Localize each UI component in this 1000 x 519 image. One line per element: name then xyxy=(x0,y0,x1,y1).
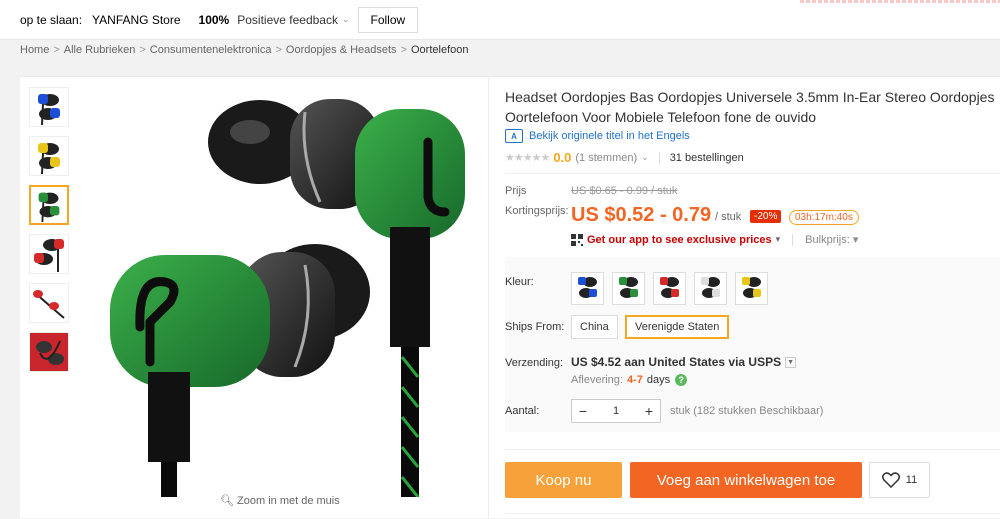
thumbnail-yellow[interactable] xyxy=(29,136,69,176)
chevron-down-icon[interactable]: ▼ xyxy=(785,356,797,368)
heart-icon xyxy=(881,472,900,488)
breadcrumb-separator: > xyxy=(400,44,407,56)
delivery-unit: days xyxy=(646,374,671,386)
thumbnail-list xyxy=(29,87,71,381)
per-unit-label: / stuk xyxy=(715,211,742,223)
store-rating: 100% xyxy=(198,12,230,27)
translate-icon: A xyxy=(505,129,523,143)
translate-text[interactable]: Bekijk originele titel in het Engels xyxy=(529,130,690,142)
zoom-hint-text: Zoom in met de muis xyxy=(237,495,340,507)
quantity-label: Aantal: xyxy=(505,405,540,417)
shipping-info: US $4.52 aan United States via USPS ▼ xyxy=(571,355,797,369)
magnifier-icon: 🔍︎ xyxy=(220,495,234,507)
divider xyxy=(505,513,1000,514)
translate-link[interactable]: A Bekijk originele titel in het Engels xyxy=(505,129,690,143)
ships-from-label: Ships From: xyxy=(505,321,565,333)
thumbnail-red[interactable] xyxy=(29,234,69,274)
color-option-green[interactable] xyxy=(612,272,645,305)
decorative-line xyxy=(800,0,1000,3)
quantity-input[interactable]: 1 xyxy=(594,405,638,417)
stock-info: stuk (182 stukken Beschikbaar) xyxy=(670,405,824,417)
chevron-down-icon: ▾ xyxy=(852,234,859,246)
shipping-cost: US $4.52 xyxy=(571,355,622,369)
divider xyxy=(505,173,1000,174)
discount-badge: -20% xyxy=(750,210,782,223)
ship-from-china-button[interactable]: China xyxy=(571,315,618,339)
store-label: op te slaan: xyxy=(20,12,83,27)
product-title: Headset Oordopjes Bas Oordopjes Universe… xyxy=(505,89,995,125)
zoom-hint: 🔍︎ Zoom in met de muis xyxy=(220,494,340,507)
app-promo-row: Get our app to see exclusive prices ▾ Bu… xyxy=(571,233,858,246)
thumbnail-blue[interactable] xyxy=(29,87,69,127)
rating-value: 0.0 xyxy=(553,150,572,165)
product-panel: 🔍︎ Zoom in met de muis Headset Oordopjes… xyxy=(20,76,1000,519)
add-to-cart-button[interactable]: Voeg aan winkelwagen toe xyxy=(630,462,862,498)
discount-price-label: Kortingsprijs: xyxy=(505,205,569,217)
shipping-method: aan United States via USPS xyxy=(624,355,782,369)
wishlist-count: 11 xyxy=(905,474,918,486)
breadcrumb-all-categories[interactable]: Alle Rubrieken xyxy=(64,44,136,56)
thumbnail-green-selected[interactable] xyxy=(29,185,69,225)
delivery-label: Aflevering: xyxy=(571,374,623,386)
thumbnail-red-background[interactable] xyxy=(29,332,69,372)
color-option-red[interactable] xyxy=(653,272,686,305)
breadcrumb-home[interactable]: Home xyxy=(20,44,49,56)
plus-icon[interactable]: + xyxy=(638,400,660,422)
countdown-timer: 03h:17m:40s xyxy=(789,210,859,225)
chevron-down-icon[interactable]: ⌄ xyxy=(641,152,649,163)
breadcrumb-separator: > xyxy=(53,44,60,56)
color-option-white[interactable] xyxy=(694,272,727,305)
breadcrumb-separator: > xyxy=(139,44,146,56)
minus-icon[interactable]: − xyxy=(572,400,594,422)
store-name[interactable]: YANFANG Store xyxy=(92,13,180,27)
breadcrumb-current[interactable]: Oortelefoon xyxy=(411,44,468,56)
app-promo-link[interactable]: Get our app to see exclusive prices xyxy=(587,234,772,246)
wishlist-button[interactable]: 11 xyxy=(869,462,930,498)
bulk-price-link[interactable]: Bulkprijs: ▾ xyxy=(805,233,858,246)
divider xyxy=(488,77,489,519)
qr-code-icon xyxy=(571,233,583,246)
chevron-down-icon[interactable]: ▾ xyxy=(776,234,781,245)
color-option-blue[interactable] xyxy=(571,272,604,305)
quantity-stepper: − 1 + xyxy=(571,399,661,423)
rating-row: ★★★★★ 0.0 (1 stemmen) ⌄ 31 bestellingen xyxy=(505,150,744,165)
sale-price: US $0.52 - 0.79 xyxy=(571,204,712,226)
store-header: op te slaan: YANFANG Store 100% Positiev… xyxy=(0,0,1000,40)
main-product-image[interactable] xyxy=(90,87,490,498)
divider xyxy=(792,233,794,246)
color-option-yellow[interactable] xyxy=(735,272,768,305)
delivery-days: 4-7 xyxy=(626,374,643,386)
color-label: Kleur: xyxy=(505,276,534,288)
thumbnail-red-white[interactable] xyxy=(29,283,69,323)
chevron-down-icon[interactable]: ⌄ xyxy=(342,14,350,25)
feedback-label[interactable]: Positieve feedback xyxy=(237,13,338,27)
price-label: Prijs xyxy=(505,185,527,197)
divider xyxy=(505,449,1000,450)
votes-count[interactable]: (1 stemmen) xyxy=(575,152,637,164)
orders-count: 31 bestellingen xyxy=(669,151,744,164)
rating-stars: ★★★★★ xyxy=(505,152,550,164)
bulk-price-label: Bulkprijs: xyxy=(805,234,850,246)
breadcrumb-separator: > xyxy=(275,44,282,56)
delivery-info: Aflevering: 4-7 days ? xyxy=(571,374,688,386)
breadcrumb-headsets[interactable]: Oordopjes & Headsets xyxy=(286,44,397,56)
breadcrumb: Home > Alle Rubrieken > Consumentenelekt… xyxy=(20,44,468,56)
divider xyxy=(658,151,660,164)
help-icon[interactable]: ? xyxy=(675,374,688,386)
shipping-label: Verzending: xyxy=(505,357,564,369)
ship-from-us-button[interactable]: Verenigde Staten xyxy=(625,315,730,339)
breadcrumb-electronics[interactable]: Consumentenelektronica xyxy=(150,44,272,56)
buy-now-button[interactable]: Koop nu xyxy=(505,462,622,498)
follow-button[interactable]: Follow xyxy=(357,6,419,33)
original-price: US $0.65 - 0.99 / stuk xyxy=(571,185,678,197)
color-swatches xyxy=(571,272,768,305)
